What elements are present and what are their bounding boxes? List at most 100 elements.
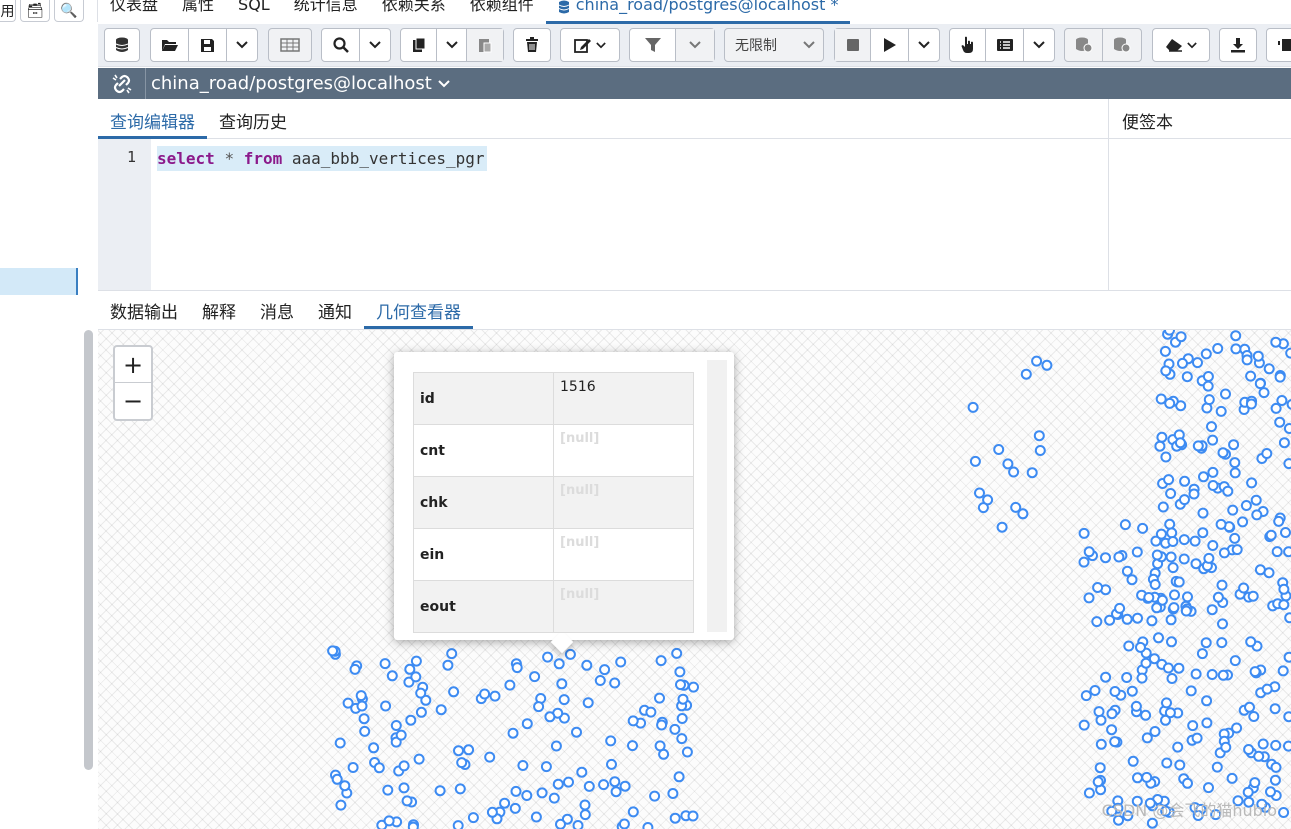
vertex-point[interactable] [1286, 399, 1291, 410]
vertex-point[interactable] [1215, 518, 1227, 530]
vertex-point[interactable] [1151, 549, 1163, 561]
vertex-point[interactable] [1180, 605, 1192, 617]
vertex-point[interactable] [1217, 618, 1228, 630]
vertex-point[interactable] [521, 718, 533, 730]
vertex-point[interactable] [379, 658, 391, 670]
vertex-point[interactable] [339, 780, 351, 792]
vertex-point[interactable] [380, 700, 392, 712]
vertex-point[interactable] [627, 806, 639, 818]
vertex-point[interactable] [667, 788, 679, 799]
tab-notifications[interactable]: 通知 [306, 291, 364, 329]
vertex-point[interactable] [342, 697, 354, 709]
vertex-point[interactable] [536, 787, 548, 799]
vertex-point[interactable] [456, 757, 468, 769]
vertex-point[interactable] [671, 647, 683, 659]
vertex-point[interactable] [627, 740, 638, 752]
vertex-point[interactable] [1164, 707, 1176, 719]
vertex-point[interactable] [1190, 668, 1202, 680]
vertex-point[interactable] [571, 726, 582, 738]
vertex-point[interactable] [1172, 741, 1184, 753]
vertex-point[interactable] [1131, 546, 1143, 558]
tab-query-editor[interactable]: 查询编辑器 [98, 99, 207, 139]
vertex-point[interactable] [1269, 774, 1281, 786]
vertex-point[interactable] [1203, 782, 1214, 794]
vertex-point[interactable] [1283, 651, 1291, 663]
edit-menu-button[interactable] [561, 29, 619, 61]
vertex-point[interactable] [656, 719, 668, 731]
copy-options-dropdown[interactable] [437, 29, 467, 61]
vertex-point[interactable] [1200, 348, 1212, 360]
vertex-point[interactable] [1283, 458, 1291, 470]
vertex-point[interactable] [1160, 451, 1172, 463]
vertex-point[interactable] [1179, 494, 1190, 506]
clear-button[interactable] [1153, 29, 1209, 61]
vertex-point[interactable] [395, 729, 407, 741]
vertex-point[interactable] [1141, 771, 1153, 783]
vertex-point[interactable] [579, 809, 591, 821]
commit-button[interactable] [1065, 29, 1103, 61]
vertex-point[interactable] [1121, 565, 1133, 577]
vertex-point[interactable] [415, 706, 427, 718]
vertex-point[interactable] [410, 671, 422, 683]
vertex-point[interactable] [1083, 787, 1095, 799]
vertex-point[interactable] [1119, 519, 1131, 531]
vertex-point[interactable] [509, 802, 521, 814]
vertex-point[interactable] [1167, 536, 1179, 547]
vertex-point[interactable] [1165, 614, 1177, 626]
vertex-point[interactable] [1026, 467, 1038, 479]
vertex-point[interactable] [627, 715, 639, 727]
vertex-point[interactable] [1220, 741, 1232, 753]
vertex-point[interactable] [489, 690, 501, 702]
vertex-point[interactable] [1146, 615, 1158, 627]
vertex-point[interactable] [654, 740, 666, 752]
vertex-point[interactable] [1095, 714, 1107, 726]
vertex-point[interactable] [1283, 546, 1291, 558]
vertex-point[interactable] [1278, 583, 1290, 595]
vertex-point[interactable] [1127, 755, 1139, 767]
vertex-point[interactable] [1157, 501, 1169, 513]
vertex-point[interactable] [606, 758, 617, 770]
vertex-point[interactable] [1261, 683, 1273, 695]
vertex-point[interactable] [1222, 485, 1234, 497]
vertex-point[interactable] [1034, 445, 1046, 456]
vertex-point[interactable] [356, 700, 368, 712]
vertex-point[interactable] [645, 706, 657, 718]
vertex-point[interactable] [993, 444, 1005, 455]
vertex-point[interactable] [1237, 516, 1249, 528]
popup-scrollbar[interactable] [707, 360, 727, 632]
vertex-point[interactable] [1121, 613, 1133, 625]
vertex-point[interactable] [407, 821, 419, 829]
vertex-point[interactable] [401, 795, 413, 807]
vertex-point[interactable] [1095, 738, 1107, 750]
vertex-point[interactable] [687, 810, 699, 822]
vertex-point[interactable] [1277, 665, 1289, 677]
vertex-point[interactable] [1251, 509, 1263, 521]
explain-analyze-button[interactable] [986, 29, 1024, 61]
vertex-point[interactable] [463, 744, 475, 756]
vertex-point[interactable] [1100, 552, 1111, 564]
vertex-point[interactable] [1126, 574, 1138, 586]
vertex-point[interactable] [1089, 685, 1101, 696]
vertex-point[interactable] [572, 820, 584, 829]
vertex-point[interactable] [1196, 648, 1208, 660]
macros-button[interactable] [1267, 29, 1291, 61]
vertex-point[interactable] [382, 784, 394, 796]
vertex-point[interactable] [1136, 672, 1148, 684]
vertex-point[interactable] [1203, 394, 1215, 406]
vertex-point[interactable] [1135, 641, 1146, 653]
vertex-point[interactable] [1254, 378, 1266, 390]
vertex-point[interactable] [556, 678, 568, 690]
vertex-point[interactable] [484, 751, 496, 763]
vertex-point[interactable] [1149, 579, 1161, 590]
tab-dashboard[interactable]: 仪表盘 [98, 0, 170, 24]
vertex-point[interactable] [415, 687, 427, 699]
vertex-point[interactable] [1078, 527, 1090, 539]
vertex-point[interactable] [977, 502, 989, 514]
vertex-point[interactable] [1161, 697, 1172, 709]
vertex-point[interactable] [1177, 357, 1188, 369]
vertex-point[interactable] [1265, 786, 1276, 798]
vertex-point[interactable] [1155, 528, 1167, 540]
vertex-point[interactable] [1143, 592, 1155, 603]
vertex-point[interactable] [967, 401, 979, 413]
vertex-point[interactable] [1181, 371, 1193, 383]
